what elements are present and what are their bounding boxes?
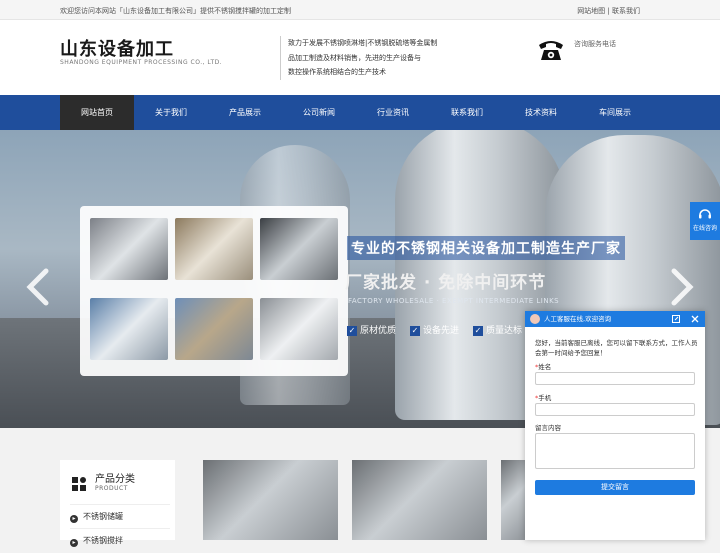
- company-slogan: 致力于发展不锈钢喷淋塔|不锈钢脱硫塔等金属制 品加工制造及材料销售，先进的生产设…: [280, 36, 460, 80]
- top-links: 网站地图 | 联系我们: [577, 6, 640, 16]
- banner-subheadline-en: FACTORY WHOLESALE · EXEMPT INTERMEDIATE …: [348, 297, 560, 305]
- chat-title: 人工客服在线,欢迎咨询: [544, 315, 612, 323]
- slogan-line: 致力于发展不锈钢喷淋塔|不锈钢脱硫塔等金属制: [288, 39, 438, 47]
- sitemap-link[interactable]: 网站地图: [577, 7, 605, 15]
- nav-item-home[interactable]: 网站首页: [60, 95, 134, 130]
- feature-item: ✓ 设备先进: [410, 323, 459, 336]
- category-box: 产品分类 PRODUCT ▸ 不锈钢储罐 ▸ 不锈钢搅拌: [60, 460, 175, 547]
- expand-icon[interactable]: [671, 314, 681, 324]
- headset-icon: [699, 209, 711, 219]
- category-item-label: 不锈钢搅拌: [83, 536, 123, 545]
- category-item-label: 不锈钢储罐: [83, 512, 123, 521]
- phone-label-text: 手机: [538, 394, 552, 402]
- phone-label: 咨询服务电话: [574, 40, 616, 48]
- category-title-en: PRODUCT: [95, 485, 128, 492]
- feature-item: ✓ 原材优质: [347, 323, 396, 336]
- telephone-icon: [539, 41, 563, 60]
- product-image[interactable]: [203, 460, 338, 540]
- category-grid-icon: [72, 477, 86, 491]
- phone-label: *手机: [535, 392, 551, 402]
- feature-label: 原材优质: [360, 326, 397, 336]
- check-icon: ✓: [410, 326, 420, 336]
- banner-subheadline: 厂家批发 · 免除中间环节: [345, 273, 547, 293]
- header: 山东设备加工 SHANDONG EQUIPMENT PROCESSING CO.…: [0, 20, 720, 95]
- contact-link[interactable]: 联系我们: [612, 7, 640, 15]
- next-slide-arrow-icon[interactable]: [668, 267, 696, 307]
- chat-header: 人工客服在线,欢迎咨询: [525, 311, 705, 327]
- play-icon: ▸: [70, 539, 78, 547]
- online-consult-button[interactable]: 在线咨询: [690, 202, 720, 240]
- chat-widget: 人工客服在线,欢迎咨询 您好，当前客服已离线，您可以留下联系方式，工作人员会第一…: [525, 311, 705, 540]
- banner-headline: 专业的不锈钢相关设备加工制造生产厂家: [347, 236, 625, 260]
- check-icon: ✓: [347, 326, 357, 336]
- headline-highlight: 不锈钢相关设备加工制造生产厂家: [396, 241, 621, 257]
- feature-label: 质量达标: [486, 326, 523, 336]
- play-icon: ▸: [70, 515, 78, 523]
- main-nav: 网站首页 关于我们 产品展示 公司新闻 行业资讯 联系我们 技术资料 车间展示: [0, 95, 720, 130]
- top-link-separator: |: [605, 7, 612, 15]
- product-thumbnail[interactable]: [175, 218, 253, 280]
- message-label: 留言内容: [535, 424, 561, 432]
- nav-item-industry[interactable]: 行业资讯: [356, 95, 430, 130]
- nav-item-news[interactable]: 公司新闻: [282, 95, 356, 130]
- logo-title[interactable]: 山东设备加工: [60, 35, 174, 61]
- product-thumbnail[interactable]: [260, 298, 338, 360]
- product-image[interactable]: [352, 460, 487, 540]
- category-item[interactable]: ▸ 不锈钢搅拌: [70, 528, 170, 552]
- product-thumbnail[interactable]: [260, 218, 338, 280]
- submit-button[interactable]: 提交留言: [535, 480, 695, 495]
- nav-item-about[interactable]: 关于我们: [134, 95, 208, 130]
- slogan-line: 品加工制造及材料销售，先进的生产设备与: [288, 53, 421, 62]
- message-textarea[interactable]: [535, 433, 695, 469]
- product-thumbnail[interactable]: [90, 298, 168, 360]
- welcome-text: 欢迎您访问本网站「山东设备加工有限公司」提供不锈钢搅拌罐的加工定制: [60, 7, 291, 15]
- close-icon[interactable]: [690, 314, 700, 324]
- feature-label: 设备先进: [423, 326, 460, 336]
- nav-item-tech[interactable]: 技术资料: [504, 95, 578, 130]
- product-thumbnail-panel: [80, 206, 348, 376]
- phone-input[interactable]: [535, 403, 695, 416]
- agent-avatar: [530, 314, 540, 324]
- category-item[interactable]: ▸ 不锈钢储罐: [70, 504, 170, 528]
- name-label-text: 姓名: [538, 363, 552, 371]
- product-thumbnail[interactable]: [175, 298, 253, 360]
- product-thumbnail[interactable]: [90, 218, 168, 280]
- feature-item: ✓ 质量达标: [473, 323, 522, 336]
- slogan-line: 数控操作系统相结合的生产技术: [288, 68, 386, 76]
- name-input[interactable]: [535, 372, 695, 385]
- name-label: *姓名: [535, 361, 551, 371]
- category-title: 产品分类: [95, 474, 135, 485]
- prev-slide-arrow-icon[interactable]: [24, 267, 52, 307]
- online-consult-label: 在线咨询: [692, 225, 717, 232]
- nav-item-workshop[interactable]: 车间展示: [578, 95, 652, 130]
- headline-prefix: 专业的: [351, 241, 396, 257]
- check-icon: ✓: [473, 326, 483, 336]
- nav-item-contact[interactable]: 联系我们: [430, 95, 504, 130]
- nav-item-products[interactable]: 产品展示: [208, 95, 282, 130]
- offline-message: 您好，当前客服已离线，您可以留下联系方式，工作人员会第一时间给予您回复！: [535, 339, 698, 357]
- top-bar: 欢迎您访问本网站「山东设备加工有限公司」提供不锈钢搅拌罐的加工定制 网站地图 |…: [0, 0, 720, 20]
- logo-subtitle: SHANDONG EQUIPMENT PROCESSING CO., LTD.: [60, 59, 223, 66]
